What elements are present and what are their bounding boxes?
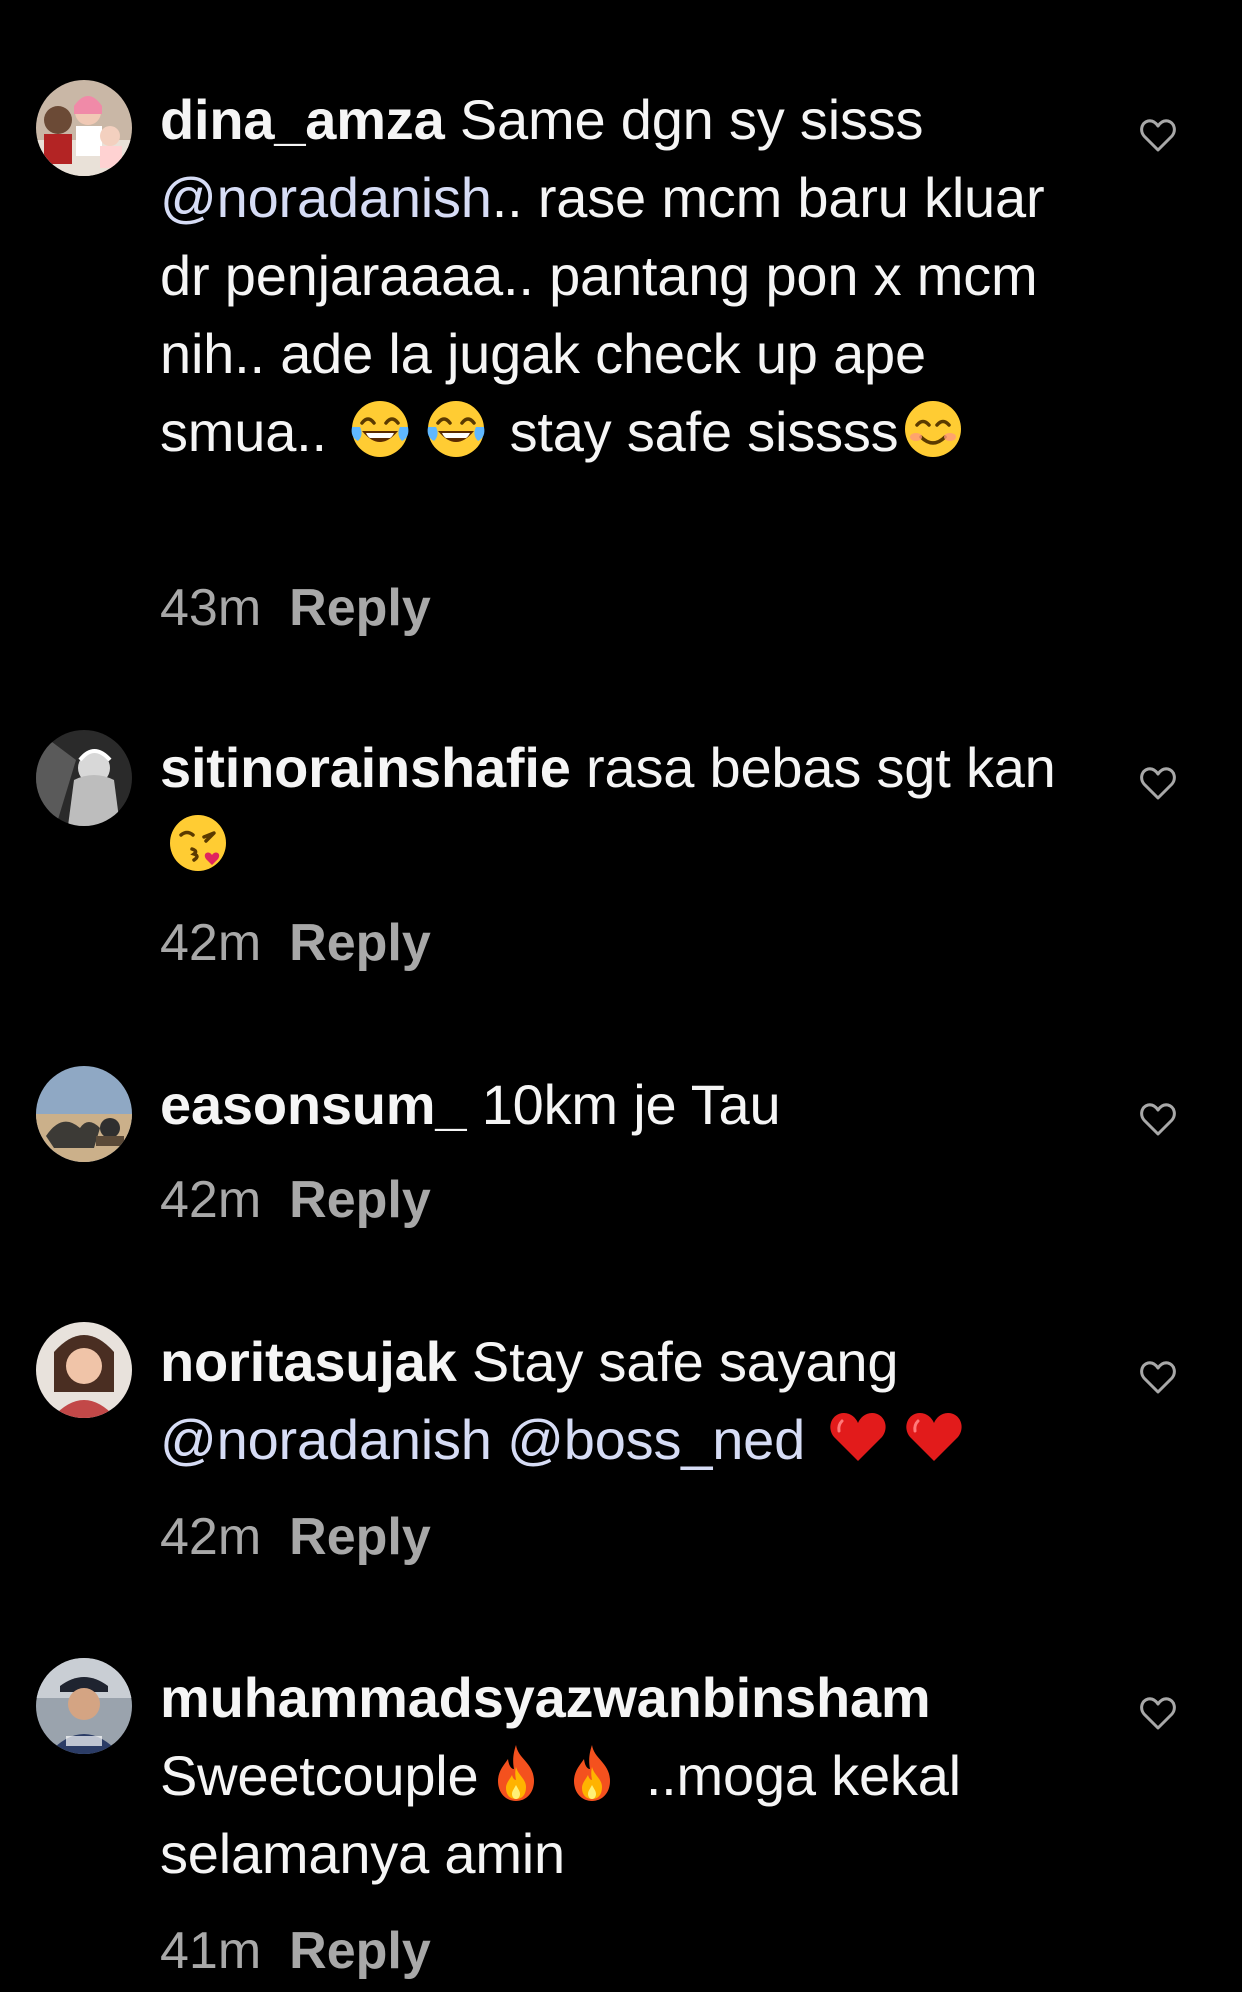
- comment-text: Sweetcouple: [160, 1744, 479, 1807]
- comment-text: stay safe sissss: [494, 400, 899, 463]
- comment-meta: 41m Reply: [160, 1921, 431, 1981]
- tears-of-joy-emoji: [348, 397, 412, 461]
- fire-emoji: [484, 1741, 548, 1805]
- avatar[interactable]: [36, 80, 132, 176]
- comment-text: Stay safe sayang: [456, 1330, 899, 1393]
- comment-body: easonsum_ 10km je Tau: [160, 1066, 1060, 1144]
- comment-timestamp: 42m: [160, 914, 262, 972]
- comment-timestamp: 41m: [160, 1922, 262, 1980]
- fire-emoji: [560, 1741, 624, 1805]
- reply-button[interactable]: Reply: [289, 1171, 431, 1229]
- comment-meta: 42m Reply: [160, 913, 431, 973]
- comment-body: sitinorainshafie rasa bebas sgt kan: [160, 729, 1060, 885]
- heart-outline-icon[interactable]: [1138, 1693, 1178, 1733]
- avatar[interactable]: [36, 1322, 132, 1418]
- heart-outline-icon[interactable]: [1138, 1357, 1178, 1397]
- heart-outline-icon[interactable]: [1138, 1099, 1178, 1139]
- comment-timestamp: 43m: [160, 579, 262, 637]
- comment-body: noritasujak Stay safe sayang @noradanish…: [160, 1323, 1060, 1479]
- smiling-face-emoji: [901, 397, 965, 461]
- kiss-face-emoji: [166, 811, 230, 875]
- comment-text: 10km je Tau: [466, 1073, 781, 1136]
- comment-username[interactable]: dina_amza: [160, 88, 445, 151]
- comment-body: dina_amza Same dgn sy sisss @noradanish.…: [160, 81, 1060, 471]
- comment-body: muhammadsyazwanbinsham Sweetcouple ..mog…: [160, 1659, 1060, 1893]
- mention-link[interactable]: @noradanish: [160, 166, 492, 229]
- comment-text: [492, 1408, 507, 1471]
- reply-button[interactable]: Reply: [289, 1922, 431, 1980]
- comment-text: Same dgn sy sisss: [444, 88, 924, 151]
- heart-outline-icon[interactable]: [1138, 763, 1178, 803]
- comment-username[interactable]: sitinorainshafie: [160, 736, 571, 799]
- avatar[interactable]: [36, 1066, 132, 1162]
- comment-meta: 42m Reply: [160, 1507, 431, 1567]
- comment-timestamp: 42m: [160, 1508, 262, 1566]
- comment-meta: 42m Reply: [160, 1170, 431, 1230]
- comment-meta: 43m Reply: [160, 578, 431, 638]
- comment-text: [805, 1408, 820, 1471]
- comment-timestamp: 42m: [160, 1171, 262, 1229]
- red-heart-emoji: [826, 1405, 890, 1469]
- tears-of-joy-emoji: [424, 397, 488, 461]
- reply-button[interactable]: Reply: [289, 579, 431, 637]
- avatar[interactable]: [36, 1658, 132, 1754]
- comment-text: rasa bebas sgt kan: [570, 736, 1056, 799]
- red-heart-emoji: [902, 1405, 966, 1469]
- mention-link[interactable]: @noradanish: [160, 1408, 492, 1471]
- heart-outline-icon[interactable]: [1138, 115, 1178, 155]
- reply-button[interactable]: Reply: [289, 1508, 431, 1566]
- comment-username[interactable]: muhammadsyazwanbinsham: [160, 1666, 931, 1729]
- comment-username[interactable]: noritasujak: [160, 1330, 457, 1393]
- mention-link[interactable]: @boss_ned: [507, 1408, 805, 1471]
- reply-button[interactable]: Reply: [289, 914, 431, 972]
- avatar[interactable]: [36, 730, 132, 826]
- comment-username[interactable]: easonsum_: [160, 1073, 467, 1136]
